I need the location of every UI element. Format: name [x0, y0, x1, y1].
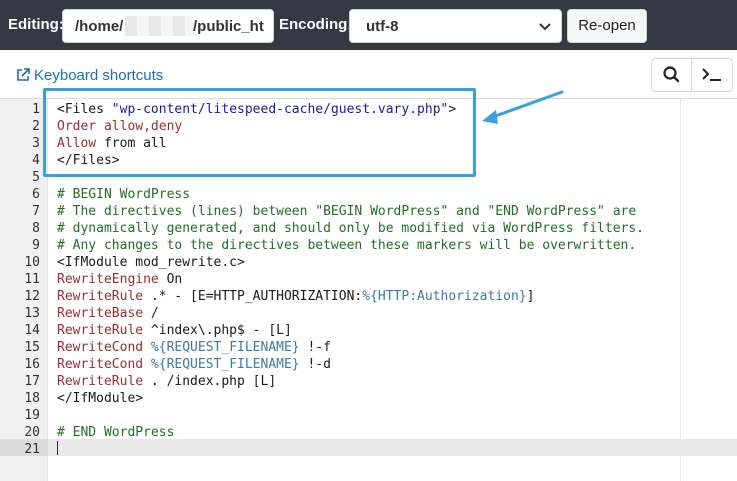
code-line: 13 RewriteBase /: [0, 305, 737, 322]
text-cursor: [57, 441, 58, 455]
encoding-label: Encoding:: [279, 16, 353, 33]
line-number: 18: [24, 391, 40, 406]
code-text: RewriteCond %{REQUEST_FILENAME} !-d: [57, 357, 331, 372]
line-number: 2: [32, 119, 40, 134]
chevron-down-icon: [539, 23, 551, 31]
line-number: 21: [24, 442, 40, 457]
terminal-icon: [702, 68, 721, 81]
code-line: 19: [0, 407, 737, 424]
code-text: RewriteRule ^index\.php$ - [L]: [57, 323, 292, 338]
line-number: 14: [24, 323, 40, 338]
code-text: RewriteRule . /index.php [L]: [57, 374, 277, 389]
code-text: # dynamically generated, and should only…: [57, 221, 644, 236]
line-number: 17: [24, 374, 40, 389]
external-link-icon: [17, 68, 30, 81]
line-number: 1: [32, 102, 40, 117]
code-line: 8 # dynamically generated, and should onl…: [0, 220, 737, 237]
line-number: 3: [32, 136, 40, 151]
file-path-field[interactable]: /home/ /public_ht: [62, 9, 274, 43]
line-number: 7: [32, 204, 40, 219]
file-path-start: /home/: [75, 18, 124, 35]
code-line: 11 RewriteEngine On: [0, 271, 737, 288]
line-number: 5: [32, 170, 40, 185]
code-line: 14 RewriteRule ^index\.php$ - [L]: [0, 322, 737, 339]
file-path-end: /public_ht: [193, 18, 264, 35]
line-number: 11: [24, 272, 40, 287]
keyboard-shortcuts-label: Keyboard shortcuts: [34, 67, 164, 84]
line-number: 12: [24, 289, 40, 304]
code-line: 9 # Any changes to the directives between…: [0, 237, 737, 254]
reopen-button[interactable]: Re-open: [567, 9, 647, 43]
code-line: 16 RewriteCond %{REQUEST_FILENAME} !-d: [0, 356, 737, 373]
line-number: 9: [32, 238, 40, 253]
code-line: 17 RewriteRule . /index.php [L]: [0, 373, 737, 390]
editor-toolbar: Editing: /home/ /public_ht Encoding: utf…: [0, 0, 737, 50]
code-line: 15 RewriteCond %{REQUEST_FILENAME} !-f: [0, 339, 737, 356]
code-line: 6 # BEGIN WordPress: [0, 186, 737, 203]
code-line: 7 # The directives (lines) between "BEGIN…: [0, 203, 737, 220]
line-number: 8: [32, 221, 40, 236]
code-text: RewriteBase /: [57, 306, 159, 321]
line-number: 15: [24, 340, 40, 355]
search-button[interactable]: [652, 59, 692, 91]
code-text: # END WordPress: [57, 425, 175, 440]
code-line: 20 # END WordPress: [0, 424, 737, 441]
code-text: <IfModule mod_rewrite.c>: [57, 255, 245, 270]
editing-label: Editing:: [8, 16, 64, 33]
keyboard-shortcuts-link[interactable]: Keyboard shortcuts: [16, 67, 163, 84]
highlight-box-annotation: [43, 88, 476, 177]
code-text: # BEGIN WordPress: [57, 187, 191, 202]
line-number: 16: [24, 357, 40, 372]
terminal-button[interactable]: [692, 59, 732, 91]
code-line: 10 <IfModule mod_rewrite.c>: [0, 254, 737, 271]
code-text: RewriteRule .* - [E=HTTP_AUTHORIZATION:%…: [57, 289, 535, 304]
line-number: 10: [24, 255, 40, 270]
code-text: # Any changes to the directives between …: [57, 238, 637, 253]
line-number: 20: [24, 425, 40, 440]
redacted-path-segment: [125, 16, 197, 36]
encoding-select[interactable]: utf-8: [349, 9, 562, 43]
search-icon: [663, 66, 680, 83]
code-line: 12 RewriteRule .* - [E=HTTP_AUTHORIZATION…: [0, 288, 737, 305]
code-line: 21: [0, 441, 737, 458]
arrow-annotation: [482, 90, 564, 124]
line-number: 4: [32, 153, 40, 168]
editor-tools-group: [651, 58, 733, 92]
code-text: # The directives (lines) between "BEGIN …: [57, 204, 637, 219]
line-number: 6: [32, 187, 40, 202]
code-text: RewriteEngine On: [57, 272, 183, 287]
line-number: 13: [24, 306, 40, 321]
code-text: RewriteCond %{REQUEST_FILENAME} !-f: [57, 340, 331, 355]
encoding-value: utf-8: [366, 18, 399, 35]
line-number: 19: [24, 408, 40, 423]
code-line: 18 </IfModule>: [0, 390, 737, 407]
code-text: </IfModule>: [57, 391, 144, 406]
